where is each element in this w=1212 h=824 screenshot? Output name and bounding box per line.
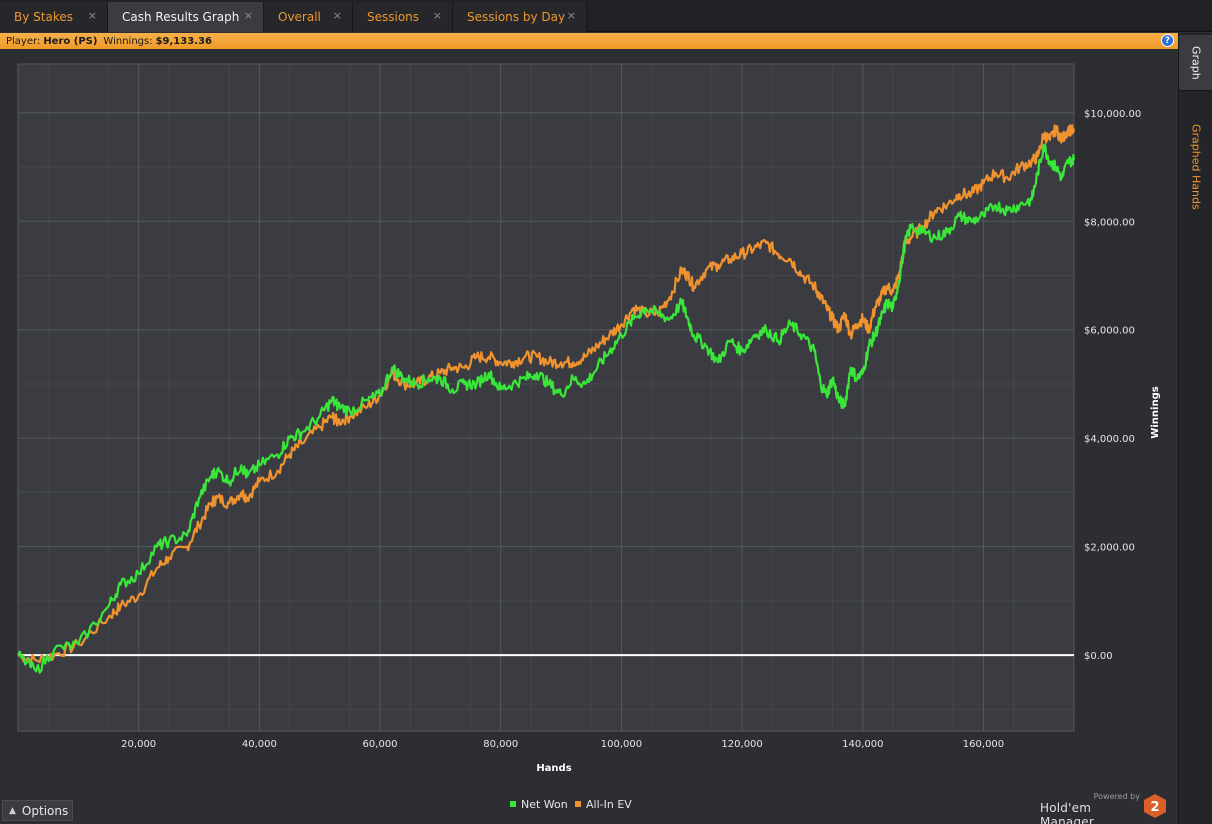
tab-by-stakes[interactable]: By Stakes ×: [0, 2, 108, 32]
tab-label: Cash Results Graph: [122, 10, 240, 24]
legend-swatch: [575, 801, 581, 807]
brand-name: Hold'em Manager: [1040, 801, 1094, 824]
plot-background: [17, 63, 1075, 732]
y-tick-label: $6,000.00: [1084, 326, 1135, 337]
y-axis-title: Winnings: [1150, 386, 1161, 438]
y-tick-label: $2,000.00: [1084, 543, 1135, 554]
x-tick-label: 40,000: [242, 739, 277, 750]
legend-label: Net Won: [521, 798, 568, 811]
x-tick-label: 100,000: [601, 739, 642, 750]
side-tab-graphed-hands[interactable]: Graphed Hands: [1179, 117, 1212, 217]
legend: Net Won All-In EV: [510, 798, 632, 811]
x-tick-label: 140,000: [842, 739, 883, 750]
close-icon[interactable]: ×: [333, 10, 342, 22]
legend-label: All-In EV: [586, 798, 632, 811]
winnings-value: $9,133.36: [155, 35, 212, 47]
tab-label: Sessions by Day: [467, 10, 566, 24]
app-window: By Stakes × Cash Results Graph × Overall…: [0, 0, 1212, 824]
close-icon[interactable]: ×: [88, 10, 97, 22]
x-axis-title: Hands: [536, 763, 571, 774]
brand-block: Powered by Hold'em Manager 2: [1040, 792, 1170, 824]
tab-sessions[interactable]: Sessions ×: [353, 2, 453, 32]
close-icon[interactable]: ×: [433, 10, 442, 22]
options-button[interactable]: ▲ Options: [2, 800, 73, 821]
y-tick-label: $4,000.00: [1084, 434, 1135, 445]
tab-label: By Stakes: [14, 10, 73, 24]
options-label: Options: [21, 803, 69, 818]
player-label: Player:: [6, 35, 41, 47]
results-chart: 20,000 40,000 60,000 80,000 100,000 120,000 14…: [17, 63, 1161, 811]
player-value: Hero (PS): [43, 35, 98, 47]
player-info-bar: Player: Hero (PS) Winnings: $9,133.36 ?: [0, 33, 1178, 49]
graph-area: 20,000 40,000 60,000 80,000 100,000 120,000 14…: [0, 49, 1178, 824]
side-tab-panel: Graph Graphed Hands: [1178, 33, 1212, 824]
x-tick-label: 20,000: [121, 739, 156, 750]
x-tick-label: 60,000: [363, 739, 398, 750]
x-tick-label: 120,000: [721, 739, 762, 750]
tab-label: Sessions: [367, 10, 420, 24]
chevron-up-icon: ▲: [9, 805, 16, 816]
hem-logo-icon: 2: [1144, 794, 1166, 818]
tab-sessions-by-day[interactable]: Sessions by Day ×: [453, 2, 587, 32]
side-tab-graph[interactable]: Graph: [1179, 35, 1212, 91]
close-icon[interactable]: ×: [244, 10, 253, 22]
logo-number: 2: [1150, 800, 1159, 815]
tab-overall[interactable]: Overall ×: [264, 2, 353, 32]
y-tick-label: $8,000.00: [1084, 217, 1135, 228]
powered-by-text: Powered by: [1093, 792, 1140, 801]
report-tab-bar: By Stakes × Cash Results Graph × Overall…: [0, 0, 1212, 32]
winnings-label: Winnings:: [103, 35, 153, 47]
x-tick-label: 160,000: [963, 739, 1004, 750]
legend-swatch: [510, 801, 516, 807]
tab-cash-results-graph[interactable]: Cash Results Graph ×: [108, 2, 264, 32]
y-tick-label: $0.00: [1084, 651, 1113, 662]
close-icon[interactable]: ×: [567, 10, 576, 22]
y-tick-label: $10,000.00: [1084, 109, 1141, 120]
x-tick-label: 80,000: [483, 739, 518, 750]
help-icon[interactable]: ?: [1161, 34, 1174, 47]
